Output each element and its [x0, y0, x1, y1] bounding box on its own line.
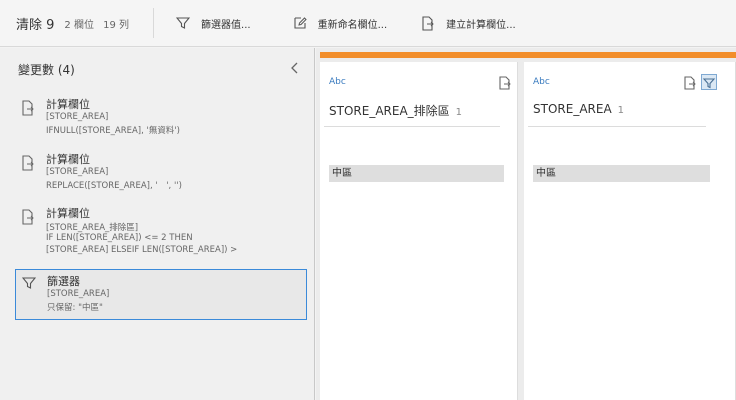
change-title: 計算欄位	[46, 153, 90, 166]
column-header-divider	[528, 126, 706, 127]
profile-pane: Abc STORE_AREA_排除區 1 中區 Abc STORE_AREA 1 中…	[316, 48, 736, 400]
change-title: 計算欄位	[46, 98, 90, 111]
change-expression: IF LEN([STORE_AREA]) <= 2 THEN	[46, 233, 193, 243]
change-title: 計算欄位	[46, 207, 90, 220]
change-expression: IFNULL([STORE_AREA], '無資料')	[46, 126, 180, 136]
column-card-store-area[interactable]: Abc STORE_AREA 1 中區	[524, 62, 736, 400]
changes-header: 變更數 (4)	[18, 63, 75, 77]
change-item-calc-2[interactable]: 計算欄位 [STORE_AREA] REPLACE([STORE_AREA], …	[15, 151, 307, 193]
step-title: 清除 9	[16, 17, 55, 33]
rename-field-label: 重新命名欄位...	[317, 19, 388, 31]
edit-icon	[294, 17, 307, 29]
filter-icon	[702, 78, 716, 89]
value-row[interactable]: 中區	[533, 165, 710, 182]
change-expression-cont: [STORE_AREA] ELSEIF LEN([STORE_AREA]) >	[46, 245, 238, 255]
distinct-count: 1	[455, 107, 463, 118]
filter-values-button[interactable]: 篩選器值...	[176, 16, 251, 31]
create-calculated-field-label: 建立計算欄位...	[446, 19, 516, 31]
create-calculated-field-button[interactable]: 建立計算欄位...	[421, 15, 516, 31]
change-field: [STORE_AREA_排除區]	[46, 223, 139, 233]
filter-applied-button[interactable]	[701, 74, 717, 90]
toolbar: 清除 9 2 欄位 19 列 篩選器值... 重新命名欄位... 建立計算欄位.…	[0, 0, 736, 47]
field-count: 2 欄位	[64, 19, 94, 31]
column-name-text: STORE_AREA_排除區	[329, 104, 450, 118]
toolbar-divider	[153, 8, 155, 38]
change-item-calc-1[interactable]: 計算欄位 [STORE_AREA] IFNULL([STORE_AREA], '…	[15, 96, 307, 138]
data-type-label: Abc	[533, 77, 550, 87]
calculated-field-icon[interactable]	[682, 75, 698, 91]
column-name: STORE_AREA_排除區 1	[329, 102, 462, 119]
calculated-field-icon	[22, 209, 34, 225]
row-count: 19 列	[103, 19, 130, 31]
filter-values-label: 篩選器值...	[201, 19, 251, 31]
calculated-field-icon[interactable]	[497, 75, 513, 91]
calculated-field-icon	[22, 100, 34, 116]
value-row[interactable]: 中區	[329, 165, 504, 182]
change-item-calc-3[interactable]: 計算欄位 [STORE_AREA_排除區] IF LEN([STORE_AREA…	[15, 205, 307, 259]
column-header-divider	[324, 126, 500, 127]
collapse-pane-icon[interactable]	[287, 60, 303, 76]
column-name: STORE_AREA 1	[533, 102, 624, 116]
change-item-filter[interactable]: 篩選器 [STORE_AREA] 只保留: "中區"	[15, 269, 307, 320]
calculated-field-icon	[422, 15, 434, 31]
change-field: [STORE_AREA]	[47, 289, 110, 299]
step-meta: 2 欄位 19 列	[64, 16, 135, 31]
filter-icon	[22, 277, 36, 289]
data-type-label: Abc	[329, 77, 346, 87]
column-card-store-area-excluded[interactable]: Abc STORE_AREA_排除區 1 中區	[320, 62, 518, 400]
filter-icon	[176, 17, 191, 29]
change-field: [STORE_AREA]	[46, 112, 109, 122]
change-title: 篩選器	[47, 275, 80, 288]
change-expression: 只保留: "中區"	[47, 303, 103, 313]
change-field: [STORE_AREA]	[46, 167, 109, 177]
calculated-field-icon	[22, 155, 34, 171]
changes-pane: 變更數 (4) 計算欄位 [STORE_AREA] IFNULL([STORE_…	[0, 48, 315, 400]
distinct-count: 1	[617, 105, 625, 116]
column-name-text: STORE_AREA	[533, 102, 612, 116]
rename-field-button[interactable]: 重新命名欄位...	[293, 16, 388, 31]
step-color-bar	[320, 52, 736, 58]
change-expression: REPLACE([STORE_AREA], ' ', '')	[46, 181, 182, 191]
